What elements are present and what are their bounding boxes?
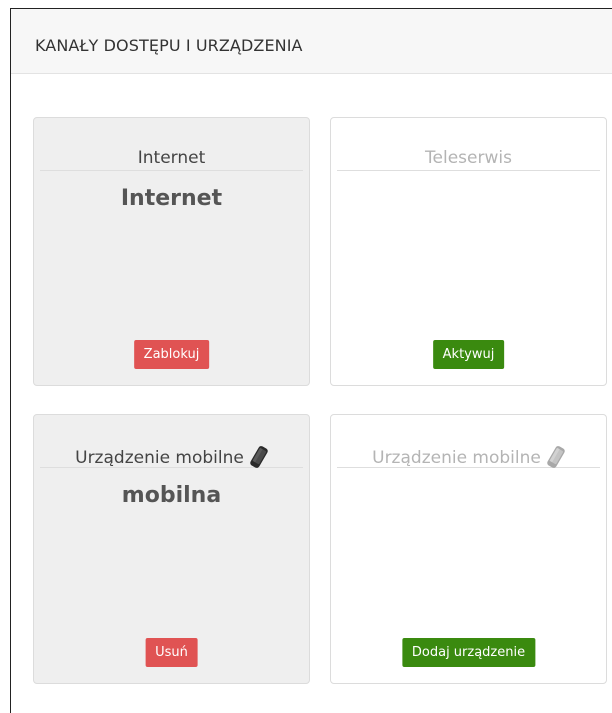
card-header-label: Urządzenie mobilne xyxy=(372,448,541,468)
card-teleserwis-header: Teleserwis xyxy=(337,148,600,171)
card-header-label: Urządzenie mobilne xyxy=(75,448,244,468)
panel-title: KANAŁY DOSTĘPU I URZĄDZENIA xyxy=(35,36,303,55)
access-channels-panel: KANAŁY DOSTĘPU I URZĄDZENIA Internet Int… xyxy=(10,8,612,713)
card-internet: Internet Internet Zablokuj xyxy=(33,117,310,386)
activate-button[interactable]: Aktywuj xyxy=(432,340,505,369)
card-mobile-device: Urządzenie mobilne mobilna Usuń xyxy=(33,414,310,684)
mobile-phone-icon xyxy=(547,445,565,474)
card-header-label: Internet xyxy=(137,148,206,168)
card-header-label: Teleserwis xyxy=(425,148,512,168)
card-internet-header: Internet xyxy=(40,148,303,171)
remove-button[interactable]: Usuń xyxy=(145,638,198,667)
card-teleserwis: Teleserwis Aktywuj xyxy=(330,117,607,386)
card-mobile-device-add: Urządzenie mobilne Dodaj urządzenie xyxy=(330,414,607,684)
mobile-phone-icon xyxy=(250,445,268,474)
card-mobile-device-value: mobilna xyxy=(121,483,222,508)
card-mobile-device-header: Urządzenie mobilne xyxy=(40,445,303,468)
card-mobile-device-add-header: Urządzenie mobilne xyxy=(337,445,600,468)
add-device-button[interactable]: Dodaj urządzenie xyxy=(401,638,536,667)
panel-header: KANAŁY DOSTĘPU I URZĄDZENIA xyxy=(11,9,612,74)
block-button[interactable]: Zablokuj xyxy=(133,340,210,369)
card-internet-value: Internet xyxy=(120,186,223,211)
